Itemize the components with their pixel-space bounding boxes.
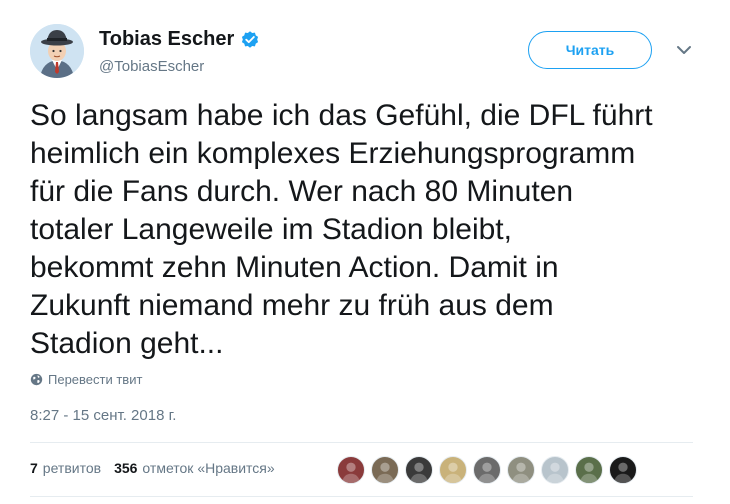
user-silhouette-icon <box>545 462 565 483</box>
liker-avatar[interactable] <box>439 456 467 484</box>
chevron-down-icon[interactable] <box>676 44 692 56</box>
divider <box>30 442 693 443</box>
tweet-timestamp[interactable]: 8:27 - 15 сент. 2018 г. <box>30 407 176 424</box>
likes-stat[interactable]: 356 отметок «Нравится» <box>114 460 275 476</box>
user-silhouette-icon <box>477 462 497 483</box>
liker-avatar[interactable] <box>405 456 433 484</box>
user-handle[interactable]: @TobiasEscher <box>99 58 204 75</box>
user-silhouette-icon <box>579 462 599 483</box>
tweet-card: Tobias Escher @TobiasEscher Читать So la… <box>0 0 730 504</box>
globe-icon <box>30 373 43 386</box>
follow-button[interactable]: Читать <box>528 31 652 69</box>
liker-avatars <box>337 456 643 484</box>
liker-avatar[interactable] <box>507 456 535 484</box>
likes-label: отметок «Нравится» <box>142 460 275 476</box>
user-silhouette-icon <box>409 462 429 483</box>
user-silhouette-icon <box>511 462 531 483</box>
tweet-stats: 7 ретвитов 356 отметок «Нравится» <box>30 460 288 476</box>
liker-avatar[interactable] <box>371 456 399 484</box>
avatar[interactable] <box>30 24 84 78</box>
likes-count: 356 <box>114 460 138 476</box>
divider <box>30 496 693 497</box>
user-silhouette-icon <box>341 462 361 483</box>
liker-avatar[interactable] <box>473 456 501 484</box>
user-silhouette-icon <box>613 462 633 483</box>
liker-avatar[interactable] <box>609 456 637 484</box>
liker-avatar[interactable] <box>541 456 569 484</box>
retweets-label: ретвитов <box>42 460 102 476</box>
user-name-row[interactable]: Tobias Escher <box>99 28 260 51</box>
verified-badge-icon <box>242 30 259 48</box>
retweets-count: 7 <box>30 460 38 476</box>
translate-tweet-link[interactable]: Перевести твит <box>30 372 142 387</box>
retweets-stat[interactable]: 7 ретвитов <box>30 460 101 476</box>
avatar-illustration <box>30 24 84 78</box>
tweet-text: So langsam habe ich das Gefühl, die DFL … <box>30 99 653 360</box>
user-silhouette-icon <box>375 462 395 483</box>
display-name[interactable]: Tobias Escher <box>99 28 234 51</box>
user-silhouette-icon <box>443 462 463 483</box>
liker-avatar[interactable] <box>337 456 365 484</box>
liker-avatar[interactable] <box>575 456 603 484</box>
translate-label[interactable]: Перевести твит <box>48 372 142 387</box>
